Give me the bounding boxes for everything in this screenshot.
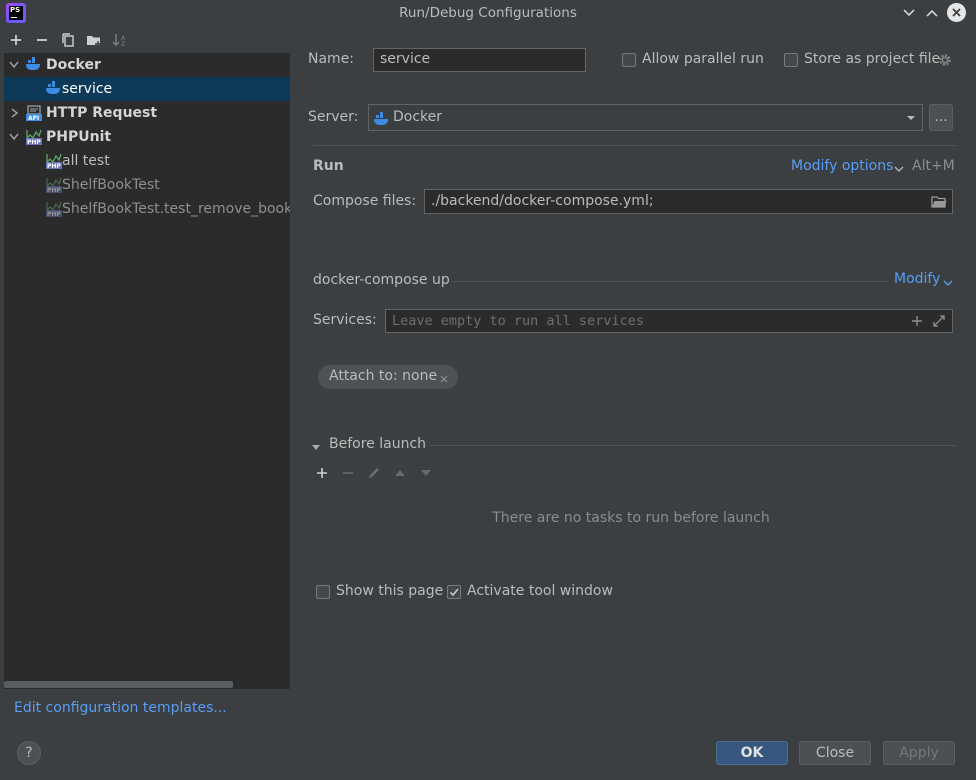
show-page-checkbox[interactable] [316,585,330,599]
server-label: Server: [308,109,359,125]
tree-item-service[interactable]: service [4,77,290,101]
chevron-down-icon[interactable] [943,276,953,286]
window-title: Run/Debug Configurations [399,5,577,21]
tree-item-shelfbooktest-remove[interactable]: PHP ShelfBookTest.test_remove_book_f [4,197,290,221]
svg-text:API: API [28,115,39,121]
modify-options-shortcut: Alt+M [912,158,955,174]
svg-text:PHP: PHP [27,139,41,145]
tree-item-docker[interactable]: Docker [4,53,290,77]
svg-text:PHP: PHP [47,163,61,169]
help-button[interactable]: ? [17,741,41,765]
api-icon: API [26,105,42,122]
chevron-up-icon[interactable] [923,4,941,22]
tree-item-label: all test [62,153,110,169]
services-field[interactable]: Leave empty to run all services [385,309,953,333]
show-page-label: Show this page [336,583,444,599]
folder-open-icon[interactable] [931,195,947,209]
compose-files-label: Compose files: [313,193,417,209]
add-icon[interactable] [910,314,924,328]
divider [452,281,888,282]
expand-icon[interactable] [932,314,946,328]
tree-item-label: service [62,81,113,97]
before-launch-title: Before launch [329,436,427,452]
attach-to-chip[interactable]: Attach to: none [318,365,458,389]
store-as-file-label: Store as project file [804,51,941,67]
apply-button[interactable]: Apply [883,741,955,765]
remove-icon[interactable] [32,30,52,50]
remove-icon[interactable] [340,465,356,481]
chevron-down-icon[interactable] [894,162,904,172]
activate-tool-window-checkbox[interactable] [447,585,461,599]
dropdown-arrow-icon[interactable] [904,112,918,124]
chevron-down-icon[interactable] [311,440,321,450]
tree-horizontal-scrollbar[interactable] [4,681,233,688]
sort-icon[interactable]: AZ [110,30,130,50]
add-icon[interactable] [6,30,26,50]
phpunit-icon: PHP [46,177,62,194]
attach-to-chip-label: Attach to: none [329,368,438,384]
svg-text:PHP: PHP [47,211,61,217]
tree-item-label: Docker [46,57,101,73]
phpunit-icon: PHP [26,129,42,146]
divider [430,445,956,446]
server-select-value: Docker [393,109,443,125]
svg-text:PHP: PHP [47,187,61,193]
tree-item-label: ShelfBookTest [62,177,160,193]
tree-item-label: PHPUnit [46,129,112,145]
services-label: Services: [313,312,377,328]
store-as-file-checkbox[interactable] [784,53,798,67]
folder-add-icon[interactable] [84,30,104,50]
copy-icon[interactable] [58,30,78,50]
docker-icon [46,81,62,97]
ok-button[interactable]: OK [716,741,788,765]
modify-link[interactable]: Modify [894,271,940,287]
docker-icon [374,112,390,128]
name-label: Name: [308,51,355,67]
no-tasks-message: There are no tasks to run before launch [492,510,770,526]
tree-item-label: ShelfBookTest.test_remove_book_f [62,201,290,217]
move-down-icon[interactable] [418,465,434,481]
compose-files-field[interactable]: ./backend/docker-compose.yml; [424,189,953,214]
chevron-down-icon[interactable] [9,125,19,149]
gear-icon[interactable] [937,52,953,68]
edit-icon[interactable] [366,465,382,481]
move-up-icon[interactable] [392,465,408,481]
allow-parallel-checkbox[interactable] [622,53,636,67]
chevron-down-icon[interactable] [900,4,918,22]
tree-item-all-test[interactable]: PHP all test [4,149,290,173]
server-more-button[interactable]: ... [929,104,953,131]
add-icon[interactable] [314,465,330,481]
tree-item-http-request[interactable]: API HTTP Request [4,101,290,125]
close-icon[interactable] [439,372,449,383]
server-select[interactable]: Docker [368,104,923,131]
phpunit-icon: PHP [46,201,62,218]
modify-options-link[interactable]: Modify options [791,158,893,174]
svg-text:Z: Z [121,41,125,48]
allow-parallel-label: Allow parallel run [642,51,764,67]
chevron-right-icon[interactable] [9,101,19,125]
tree-item-label: HTTP Request [46,105,158,121]
tree-item-phpunit[interactable]: PHP PHPUnit [4,125,290,149]
activate-tool-window-label: Activate tool window [467,583,613,599]
docker-icon [26,57,42,73]
chevron-down-icon[interactable] [9,53,19,77]
close-button[interactable]: Close [799,741,871,765]
edit-templates-link[interactable]: Edit configuration templates... [14,700,227,716]
divider [313,145,956,146]
configuration-tree[interactable]: Docker service API HTTP Request PHP PHPU… [4,53,290,689]
name-field[interactable]: service [373,48,586,72]
phpunit-icon: PHP [46,153,62,170]
compose-up-section-title: docker-compose up [313,272,450,288]
tree-item-shelfbooktest[interactable]: PHP ShelfBookTest [4,173,290,197]
close-window-button[interactable] [947,3,966,22]
run-section-title: Run [313,158,344,174]
